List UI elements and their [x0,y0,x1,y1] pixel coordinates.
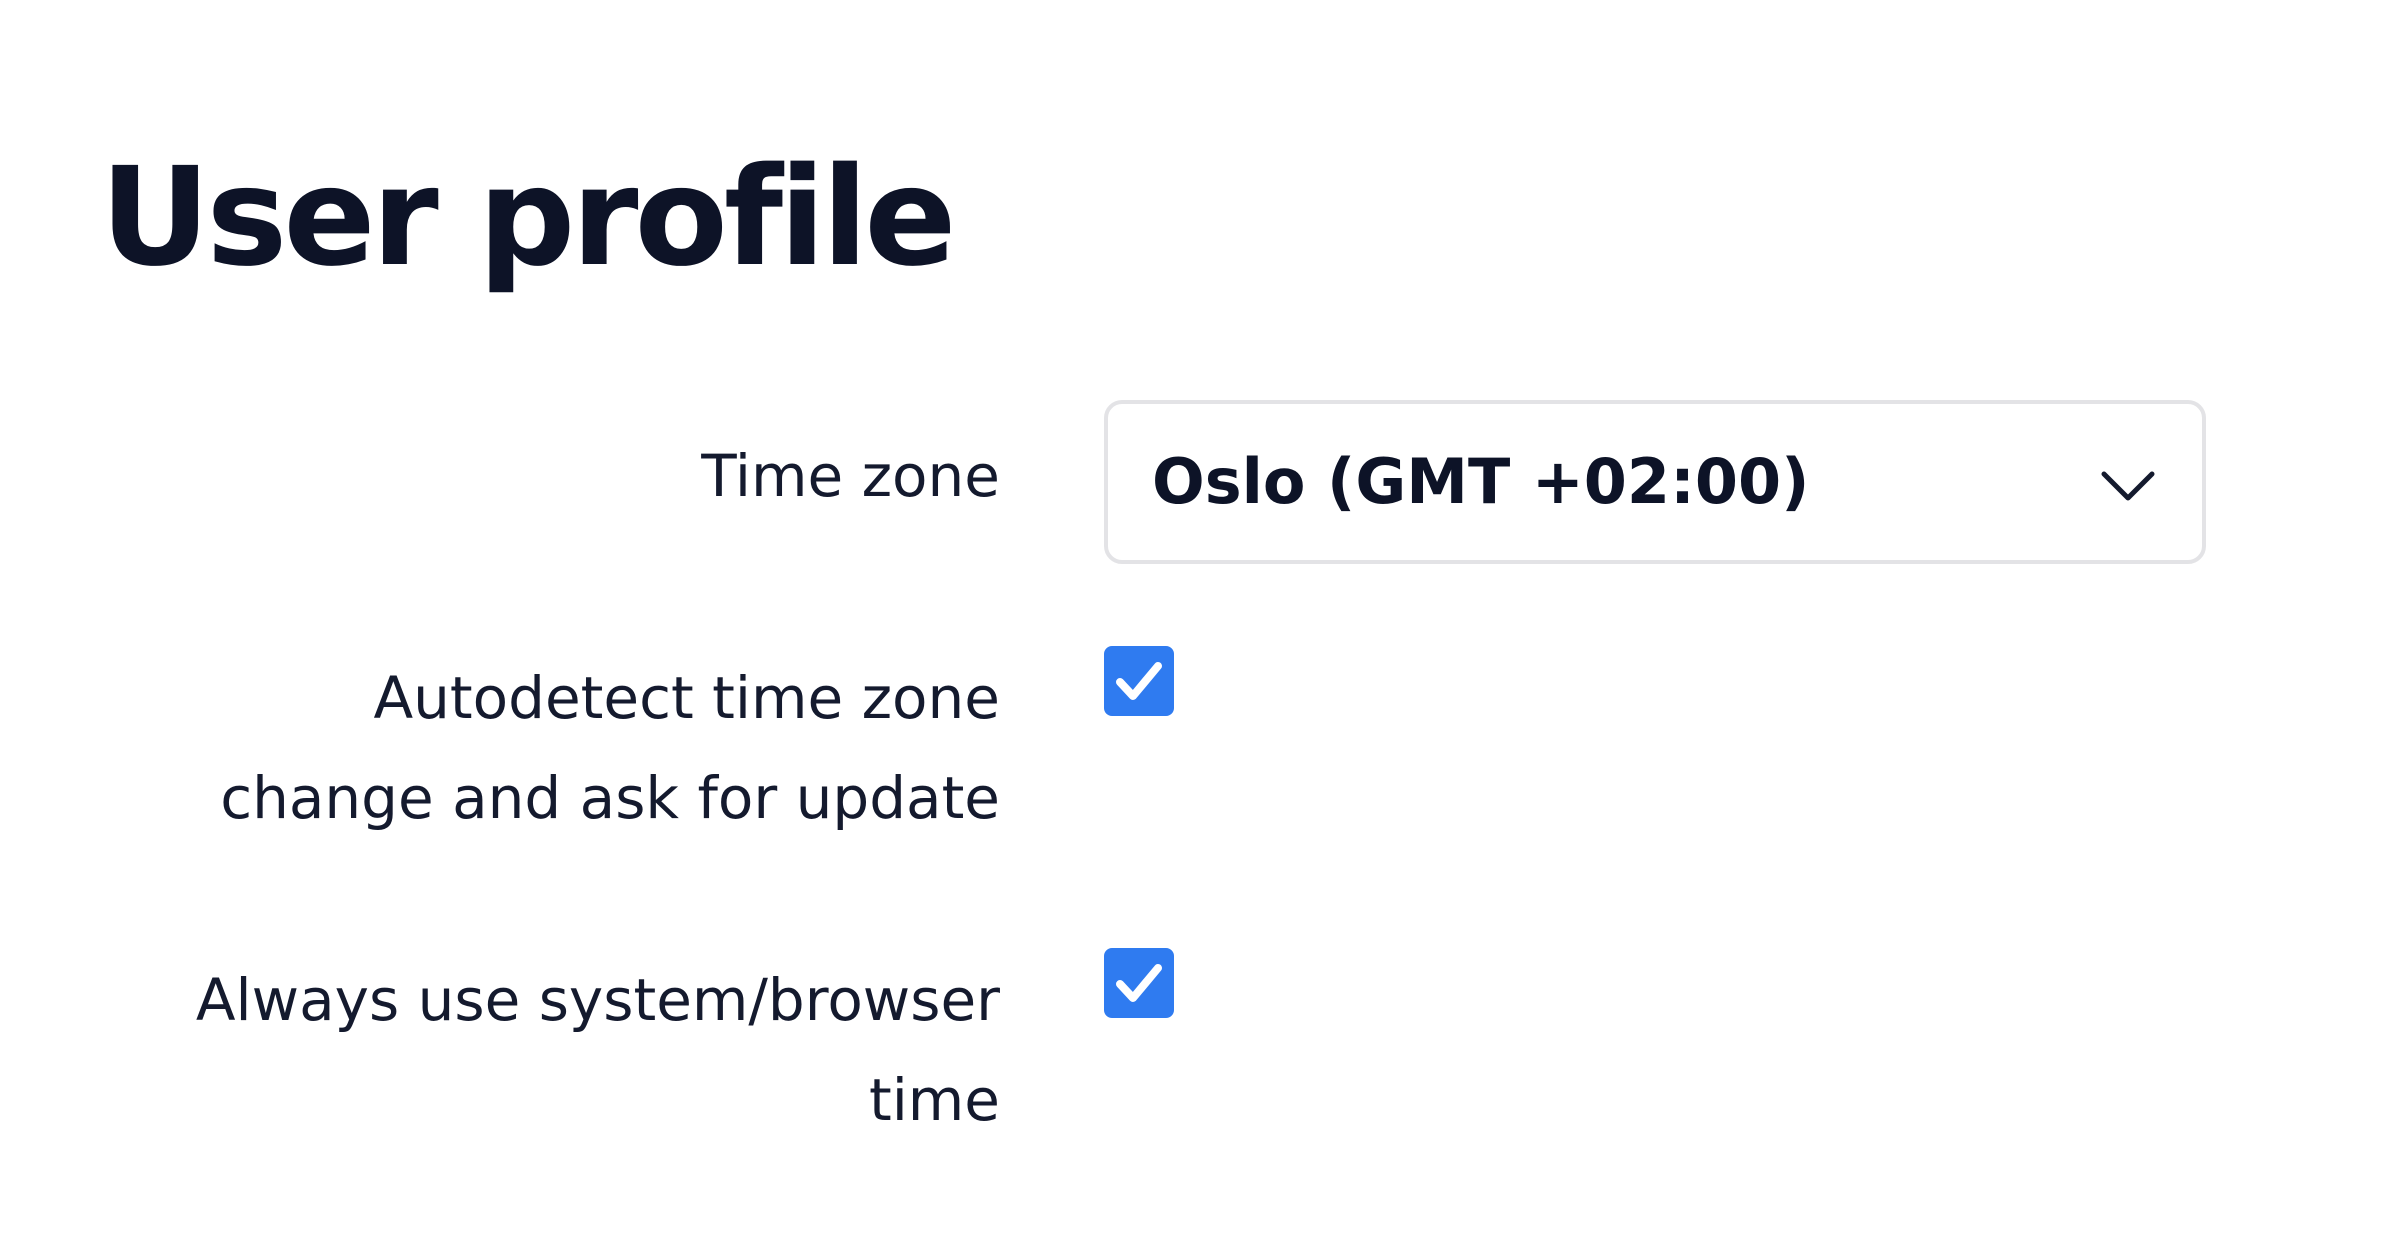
system-time-label-line1: Always use system/browser [195,966,1000,1034]
system-time-label-line2: time [868,1066,1000,1134]
autodetect-checkbox[interactable] [1104,646,1174,716]
chevron-down-icon [2098,456,2158,516]
time-zone-select[interactable]: Oslo (GMT +02:00) [1104,400,2206,564]
system-time-checkbox[interactable] [1104,948,1174,1018]
autodetect-label-line2: change and ask for update [220,764,1000,832]
system-time-label: Always use system/browser time [100,950,1000,1150]
time-zone-label-text: Time zone [701,442,1000,510]
autodetect-label: Autodetect time zone change and ask for … [100,648,1000,848]
autodetect-label-line1: Autodetect time zone [373,664,1000,732]
checkmark-icon [1116,964,1162,1002]
page-title: User profile [100,139,957,297]
time-zone-label: Time zone [100,426,1000,526]
time-zone-selected-value: Oslo (GMT +02:00) [1152,445,1810,518]
checkmark-icon [1116,662,1162,700]
